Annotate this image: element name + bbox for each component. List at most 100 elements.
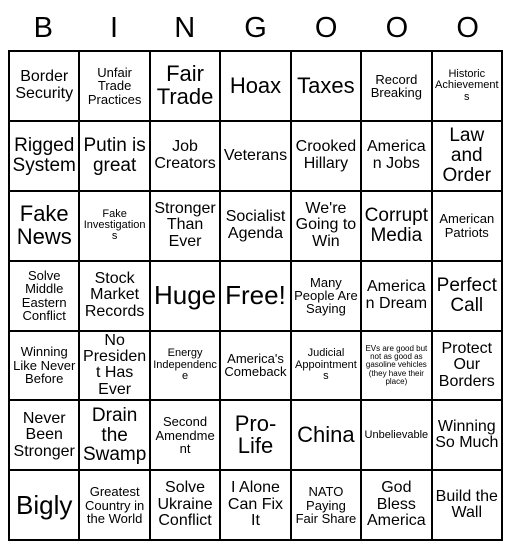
header-letter-o3: O — [456, 11, 479, 44]
bingo-cell-text: Socialist Agenda — [225, 208, 286, 242]
bingo-cell-text: Rigged System — [12, 135, 76, 176]
bingo-cell-r4c6[interactable]: American Dream — [362, 261, 433, 332]
bingo-cell-r6c7[interactable]: Winning So Much — [432, 401, 503, 472]
bingo-cell-r3c7[interactable]: American Patriots — [432, 191, 503, 262]
bingo-cell-r4c3[interactable]: Huge — [150, 261, 222, 332]
bingo-cell-r4c7[interactable]: Perfect Call — [432, 261, 503, 332]
bingo-cell-r3c5[interactable]: We're Going to Win — [291, 191, 363, 262]
bingo-cell-text: Bigly — [16, 489, 73, 520]
bingo-cell-text: I Alone Can Fix It — [227, 479, 284, 530]
bingo-cell-text: Corrupt Media — [364, 205, 429, 246]
bingo-cell-text: Crooked Hillary — [295, 138, 357, 172]
bingo-cell-text: Free! — [225, 280, 286, 311]
bingo-cell-r2c2[interactable]: Putin is great — [80, 121, 151, 192]
header-letter-o2: O — [385, 11, 409, 44]
bingo-cell-r2c1[interactable]: Rigged System — [10, 121, 81, 192]
bingo-cell-text: Law and Order — [442, 125, 492, 186]
bingo-cell-text: Putin is great — [83, 135, 146, 176]
bingo-cell-text: Solve Middle Eastern Conflict — [21, 267, 67, 323]
bingo-cell-r7c6[interactable]: God Bless America — [362, 471, 433, 542]
bingo-cell-r2c7[interactable]: Law and Order — [432, 121, 503, 192]
bingo-cell-r1c7[interactable]: Historic Achievements — [432, 52, 503, 122]
bingo-cell-text: Fake News — [16, 201, 72, 249]
bingo-cell-text: Protect Our Borders — [438, 339, 495, 390]
bingo-cell-r5c5[interactable]: Judicial Appointments — [291, 331, 363, 402]
bingo-cell-r1c3[interactable]: Fair Trade — [150, 52, 222, 122]
bingo-cell-text: Stronger Than Ever — [154, 199, 216, 250]
bingo-cell-text: Drain the Swamp — [82, 404, 147, 466]
bingo-cell-r1c5[interactable]: Taxes — [291, 52, 363, 122]
bingo-cell-r6c6[interactable]: Unbelievable — [362, 401, 433, 472]
bingo-cell-text: Border Security — [15, 68, 74, 102]
bingo-cell-r7c5[interactable]: NATO Paying Fair Share — [291, 471, 363, 542]
bingo-cell-r7c3[interactable]: Solve Ukraine Conflict — [150, 471, 222, 542]
bingo-cell-r5c4[interactable]: America's Comeback — [221, 331, 292, 402]
bingo-cell-r7c1[interactable]: Bigly — [10, 471, 81, 542]
bingo-cell-text: No President Has Ever — [83, 331, 147, 398]
bingo-cell-text: Fair Trade — [156, 61, 214, 109]
bingo-cell-text: American Dream — [365, 278, 428, 312]
bingo-cell-text: Judicial Appointments — [295, 347, 357, 383]
bingo-cell-text: Many People Are Saying — [294, 274, 358, 317]
bingo-cell-text: Perfect Call — [436, 275, 497, 316]
bingo-cell-r1c6[interactable]: Record Breaking — [362, 52, 433, 122]
bingo-cell-r4c1[interactable]: Solve Middle Eastern Conflict — [10, 261, 81, 332]
header-letter-b: B — [33, 11, 54, 44]
bingo-cell-r2c6[interactable]: American Jobs — [362, 121, 433, 192]
bingo-cell-text: Unfair Trade Practices — [87, 64, 142, 107]
bingo-header-row: B I N G O O O — [8, 6, 503, 50]
bingo-cell-r2c5[interactable]: Crooked Hillary — [291, 121, 363, 192]
bingo-cell-r5c1[interactable]: Winning Like Never Before — [10, 331, 81, 402]
bingo-cell-text: We're Going to Win — [295, 199, 357, 250]
bingo-cell-text: Pro-Life — [234, 410, 277, 459]
bingo-cell-r2c4[interactable]: Veterans — [221, 121, 292, 192]
bingo-cell-text: Fake Investigations — [83, 207, 146, 243]
bingo-cell-r4c4[interactable]: Free! — [221, 261, 292, 332]
bingo-cell-text: Veterans — [223, 146, 288, 164]
header-letter-o1: O — [314, 11, 338, 44]
bingo-cell-text: Greatest Country in the World — [85, 484, 145, 526]
bingo-grid: Border Security Unfair Trade Practices F… — [8, 50, 503, 542]
bingo-cell-r5c2[interactable]: No President Has Ever — [80, 331, 151, 402]
bingo-cell-text: Record Breaking — [370, 71, 422, 100]
bingo-cell-text: Solve Ukraine Conflict — [157, 479, 213, 530]
bingo-cell-r5c6[interactable]: EVs are good but not as good as gasoline… — [362, 331, 433, 402]
bingo-cell-r6c5[interactable]: China — [291, 401, 363, 472]
bingo-cell-r6c4[interactable]: Pro-Life — [221, 401, 292, 472]
bingo-cell-r3c6[interactable]: Corrupt Media — [362, 191, 433, 262]
bingo-cell-r7c4[interactable]: I Alone Can Fix It — [221, 471, 292, 542]
bingo-cell-r2c3[interactable]: Job Creators — [150, 121, 222, 192]
bingo-cell-r6c1[interactable]: Never Been Stronger — [10, 401, 81, 472]
bingo-cell-text: American Jobs — [367, 138, 426, 172]
bingo-cell-r3c2[interactable]: Fake Investigations — [80, 191, 151, 262]
bingo-cell-r3c4[interactable]: Socialist Agenda — [221, 191, 292, 262]
header-letter-i: I — [110, 11, 119, 44]
bingo-cell-r1c1[interactable]: Border Security — [10, 52, 81, 122]
bingo-cell-r3c1[interactable]: Fake News — [10, 191, 81, 262]
bingo-cell-r5c7[interactable]: Protect Our Borders — [432, 331, 503, 402]
bingo-cell-text: Second Amendment — [155, 414, 215, 456]
bingo-cell-r7c2[interactable]: Greatest Country in the World — [80, 471, 151, 542]
bingo-cell-text: Stock Market Records — [84, 269, 145, 320]
bingo-cell-text: Historic Achievements — [434, 67, 499, 103]
bingo-cell-r6c3[interactable]: Second Amendment — [150, 401, 222, 472]
bingo-cell-r6c2[interactable]: Drain the Swamp — [80, 401, 151, 472]
bingo-cell-r4c5[interactable]: Many People Are Saying — [291, 261, 363, 332]
bingo-cell-text: Build the Wall — [435, 487, 498, 522]
header-letter-n: N — [174, 11, 196, 44]
bingo-cell-text: Energy Independence — [153, 347, 217, 383]
bingo-cell-r7c7[interactable]: Build the Wall — [432, 471, 503, 542]
bingo-cell-text: NATO Paying Fair Share — [295, 484, 357, 526]
bingo-cell-r3c3[interactable]: Stronger Than Ever — [150, 191, 222, 262]
bingo-cell-r1c4[interactable]: Hoax — [221, 52, 292, 122]
bingo-cell-text: Winning So Much — [435, 417, 499, 452]
bingo-cell-r4c2[interactable]: Stock Market Records — [80, 261, 151, 332]
bingo-cell-text: American Patriots — [439, 211, 495, 240]
bingo-cell-text: Hoax — [229, 72, 282, 98]
bingo-cell-text: Unbelievable — [364, 428, 429, 441]
bingo-card: B I N G O O O Border Security Unfair Tra… — [0, 0, 511, 544]
bingo-cell-text: America's Comeback — [224, 351, 287, 380]
bingo-cell-r5c3[interactable]: Energy Independence — [150, 331, 222, 402]
bingo-cell-text: Never Been Stronger — [13, 409, 75, 460]
bingo-cell-r1c2[interactable]: Unfair Trade Practices — [80, 52, 151, 122]
